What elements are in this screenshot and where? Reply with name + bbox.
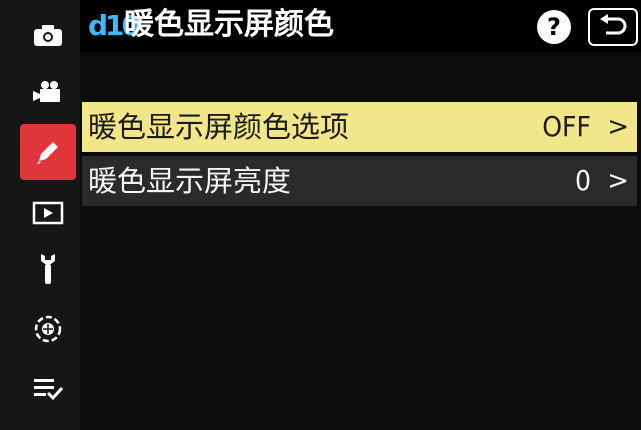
chevron-right-icon: >: [607, 112, 629, 142]
wrench-icon: [41, 254, 55, 284]
menu-header: d10 暖色显示屏颜色 ?: [80, 0, 641, 52]
menu-row-warm-brightness[interactable]: 暖色显示屏亮度 0 >: [82, 156, 637, 206]
menu-row-label: 暖色显示屏颜色选项: [88, 110, 350, 144]
back-arrow-icon: [600, 14, 627, 35]
chevron-right-icon: >: [607, 166, 629, 196]
camera-icon: [34, 25, 62, 46]
playback-icon: [32, 201, 64, 225]
sidebar-item-custom-settings[interactable]: [20, 124, 76, 180]
camera-screen: d10 暖色显示屏颜色 ? 暖色显示屏颜色选项 OFF > 暖色显示屏亮度 0 …: [0, 0, 641, 430]
menu-row-value: OFF: [542, 110, 591, 143]
pencil-icon: [37, 142, 58, 164]
help-icon: ?: [547, 13, 561, 41]
sidebar-item-network[interactable]: [18, 302, 78, 356]
menu-row-value: 0: [574, 164, 591, 197]
help-button[interactable]: ?: [537, 10, 571, 44]
menu-list: 暖色显示屏颜色选项 OFF > 暖色显示屏亮度 0 >: [82, 102, 637, 210]
back-button[interactable]: [588, 8, 638, 46]
sidebar-item-my-menu[interactable]: [18, 362, 78, 416]
sidebar: [0, 0, 80, 430]
sidebar-item-setup[interactable]: [18, 242, 78, 296]
my-menu-icon: [34, 379, 64, 401]
sidebar-item-playback[interactable]: [18, 186, 78, 240]
sidebar-item-photo-shooting[interactable]: [18, 8, 78, 62]
menu-row-label: 暖色显示屏亮度: [88, 164, 292, 198]
page-title: 暖色显示屏颜色: [124, 7, 334, 42]
menu-row-warm-color-option[interactable]: 暖色显示屏颜色选项 OFF >: [82, 102, 637, 152]
sidebar-item-movie-shooting[interactable]: [18, 66, 78, 120]
video-camera-icon: [33, 81, 60, 102]
network-icon: [34, 315, 62, 343]
